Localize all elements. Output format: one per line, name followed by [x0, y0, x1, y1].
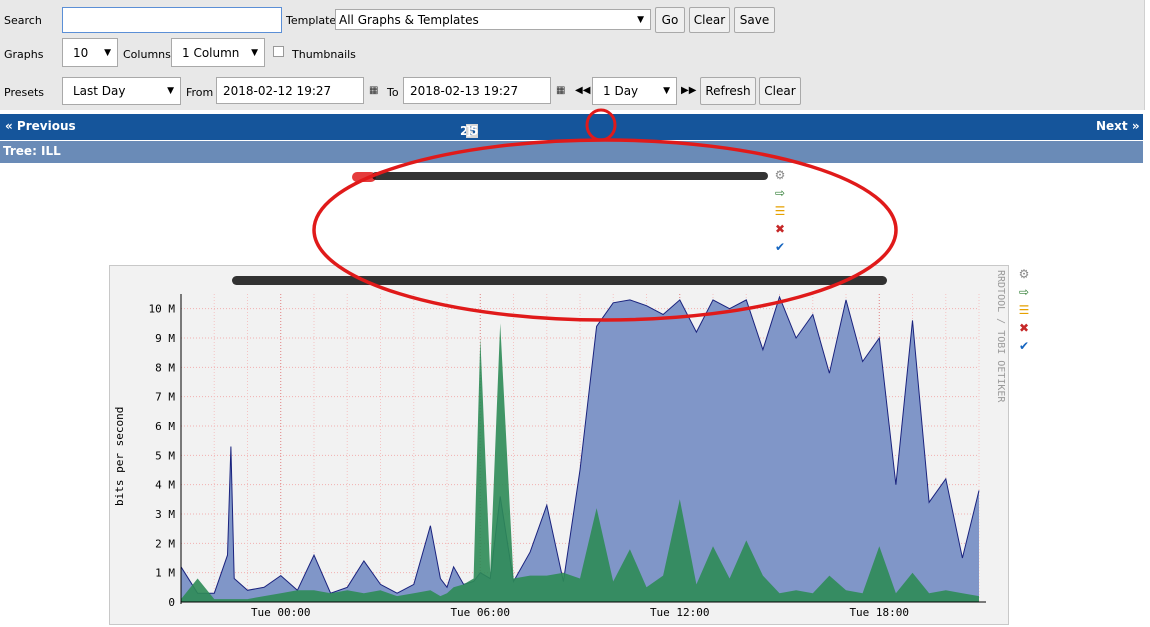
- timespan-select-value: 1 Day: [603, 84, 639, 98]
- y-tick-label: 4 M: [155, 479, 175, 492]
- y-tick-label: 5 M: [155, 449, 175, 462]
- presets-select-value: Last Day: [73, 84, 126, 98]
- timespan-select[interactable]: 1 Day ▼: [592, 77, 677, 105]
- from-label: From: [186, 86, 214, 99]
- x-ticks: Tue 00:00 Tue 06:00 Tue 12:00 Tue 18:00: [251, 606, 909, 619]
- graphs-select[interactable]: 10 ▼: [62, 38, 118, 67]
- y-ticks: 0 1 M 2 M 3 M 4 M 5 M 6 M 7 M 8 M 9 M 10 M: [149, 303, 176, 609]
- graphs-select-value: 10: [73, 45, 89, 60]
- graphs-label: Graphs: [4, 48, 44, 61]
- refresh-button[interactable]: Refresh: [700, 77, 756, 105]
- redaction-scribble: [372, 172, 768, 180]
- chevron-down-icon: ▼: [663, 86, 670, 96]
- save-button[interactable]: Save: [734, 7, 775, 33]
- export-icon[interactable]: ⇨: [1017, 285, 1031, 299]
- chevron-down-icon: ▼: [104, 47, 111, 58]
- search-label: Search: [4, 14, 42, 27]
- chevron-down-icon: ▼: [251, 47, 258, 58]
- template-label: Template: [286, 14, 337, 27]
- y-tick-label: 9 M: [155, 332, 175, 345]
- shift-forward-icon[interactable]: ▶▶: [681, 85, 696, 96]
- template-select-value: All Graphs & Templates: [339, 12, 479, 27]
- thumbnails-label: Thumbnails: [292, 48, 356, 61]
- traffic-graph: 0 1 M 2 M 3 M 4 M 5 M 6 M 7 M 8 M 9 M 10 M Tue 00:…: [113, 270, 1006, 619]
- page-close: ]: [466, 124, 472, 138]
- clear-dates-button[interactable]: Clear: [759, 77, 801, 105]
- columns-select-value: 1 Column: [182, 45, 240, 60]
- graph-image[interactable]: 0 1 M 2 M 3 M 4 M 5 M 6 M 7 M 8 M 9 M 10 M Tue 00:…: [109, 265, 1009, 625]
- list-icon[interactable]: ☰: [1017, 303, 1031, 317]
- y-tick-label: 7 M: [155, 391, 175, 404]
- go-button[interactable]: Go: [655, 7, 685, 33]
- previous-link[interactable]: « Previous: [5, 119, 76, 133]
- to-date-input[interactable]: 2018-02-13 19:27: [403, 77, 551, 104]
- y-tick-label: 2 M: [155, 537, 175, 550]
- y-tick-label: 6 M: [155, 420, 175, 433]
- template-select[interactable]: All Graphs & Templates ▼: [335, 9, 651, 30]
- graph-actions-2: ⚙ ⇨ ☰ ✖ ✔: [1017, 267, 1033, 357]
- clear-button[interactable]: Clear: [689, 7, 730, 33]
- x-tick-label: Tue 00:00: [251, 606, 311, 619]
- to-label: To: [387, 86, 399, 99]
- calendar-icon[interactable]: ▦: [556, 85, 565, 96]
- zoom-icon[interactable]: ✖: [1017, 321, 1031, 335]
- watermark: RRDTOOL / TOBI OETIKER: [995, 270, 1006, 403]
- x-tick-label: Tue 06:00: [450, 606, 510, 619]
- pagination-bar: « Previous 21 to 30 of 192 [ 1 3 5 ... 2…: [0, 114, 1143, 208]
- shift-back-icon[interactable]: ◀◀: [575, 85, 590, 96]
- columns-select[interactable]: 1 Column ▼: [171, 38, 265, 67]
- y-tick-label: 8 M: [155, 361, 175, 374]
- presets-label: Presets: [4, 86, 45, 99]
- chevron-down-icon: ▼: [637, 14, 644, 25]
- filter-panel: Search Template All Graphs & Templates ▼ …: [0, 0, 1145, 110]
- next-link[interactable]: Next »: [1096, 119, 1140, 133]
- from-date-input[interactable]: 2018-02-12 19:27: [216, 77, 364, 104]
- columns-label: Columns: [123, 48, 171, 61]
- redaction-scribble: [232, 276, 887, 285]
- chevron-down-icon: ▼: [167, 86, 174, 96]
- realtime-icon[interactable]: ✔: [1017, 339, 1031, 353]
- y-tick-label: 1 M: [155, 567, 175, 580]
- y-tick-label: 10 M: [149, 303, 176, 316]
- y-tick-label: 3 M: [155, 508, 175, 521]
- tree-label: Tree: ILL: [3, 144, 61, 158]
- gear-icon[interactable]: ⚙: [773, 168, 787, 182]
- x-tick-label: Tue 12:00: [650, 606, 710, 619]
- search-input[interactable]: [62, 7, 282, 33]
- graph-actions-1: ⚙ ⇨ ☰ ✖ ✔: [773, 168, 789, 258]
- calendar-icon[interactable]: ▦: [369, 85, 378, 96]
- x-tick-label: Tue 18:00: [849, 606, 909, 619]
- export-icon[interactable]: ⇨: [773, 186, 787, 200]
- zoom-icon[interactable]: ✖: [773, 222, 787, 236]
- presets-select[interactable]: Last Day ▼: [62, 77, 181, 105]
- y-tick-label: 0: [168, 596, 175, 609]
- list-icon[interactable]: ☰: [773, 204, 787, 218]
- thumbnails-checkbox[interactable]: [273, 46, 284, 57]
- gear-icon[interactable]: ⚙: [1017, 267, 1031, 281]
- realtime-icon[interactable]: ✔: [773, 240, 787, 254]
- tree-header: Tree: ILL: [0, 141, 1143, 163]
- y-axis-label: bits per second: [113, 407, 126, 506]
